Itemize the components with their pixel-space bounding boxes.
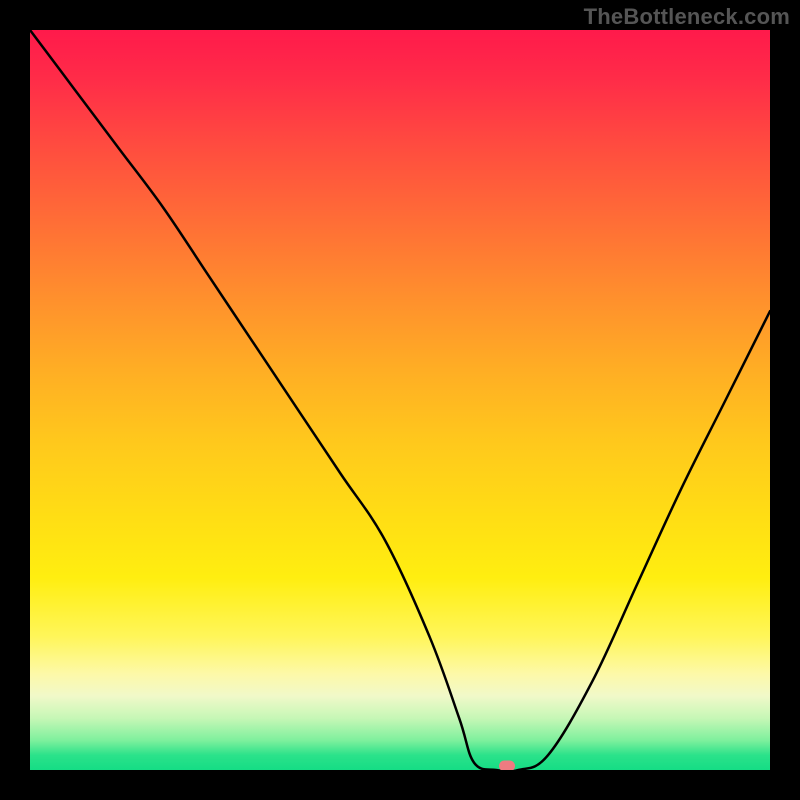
- plot-area: [30, 30, 770, 770]
- watermark-label: TheBottleneck.com: [584, 4, 790, 30]
- chart-frame: TheBottleneck.com: [0, 0, 800, 800]
- bottleneck-line: [30, 30, 770, 770]
- optimum-marker: [499, 761, 515, 770]
